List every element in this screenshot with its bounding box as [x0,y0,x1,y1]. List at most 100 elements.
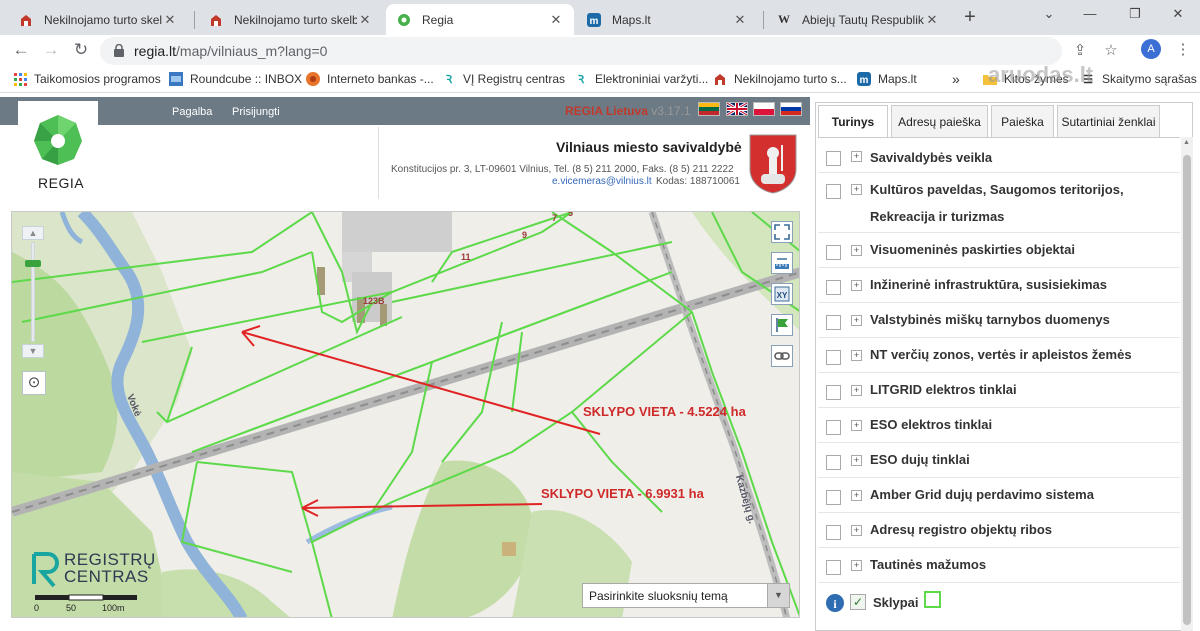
layer-checkbox[interactable] [826,385,841,400]
layer-row[interactable]: + ESO dujų tinklai [818,443,1180,478]
address-bar[interactable]: regia.lt/map/vilniaus_m?lang=0 ⇪ ☆ [100,37,1118,65]
layer-row[interactable]: + ESO elektros tinklai [818,408,1180,443]
bookmark-item[interactable]: Nekilnojamo turto s... [712,70,847,88]
expand-plus-icon[interactable]: + [851,560,862,571]
profile-avatar[interactable]: A [1141,39,1161,59]
browser-menu-icon[interactable]: ⋮ [1173,40,1193,60]
forward-arrow-icon[interactable]: → [40,39,62,61]
bookmark-star-icon[interactable]: ☆ [1101,41,1121,61]
scroll-up-icon[interactable]: ▲ [1183,139,1190,146]
expand-plus-icon[interactable]: + [851,525,862,536]
layer-list-scrollbar[interactable]: ▲ [1181,137,1193,631]
layer-row[interactable]: + Valstybinės miškų tarnybos duomenys [818,303,1180,338]
tab-sutartiniai-zenklai[interactable]: Sutartiniai ženklai [1057,105,1160,137]
zoom-handle[interactable] [25,260,41,267]
layer-checkbox[interactable] [826,315,841,330]
municipality-email-link[interactable]: e.vicemeras@vilnius.lt [552,176,652,187]
expand-plus-icon[interactable]: + [851,151,862,162]
close-tab-icon[interactable]: ✕ [924,12,940,28]
layer-checkbox[interactable] [826,420,841,435]
bookmark-item[interactable]: Ꝛ Elektroniniai varžyti... [573,70,709,88]
zoom-slider[interactable]: ▲ ▼ [22,226,44,360]
expand-plus-icon[interactable]: + [851,184,862,195]
close-window-icon[interactable]: ✕ [1163,6,1193,26]
reload-icon[interactable]: ↻ [70,39,92,61]
restore-window-icon[interactable]: ❐ [1120,6,1150,26]
layer-row[interactable]: + Kultūros paveldas, Saugomos teritorijo… [818,173,1180,233]
expand-plus-icon[interactable]: + [851,490,862,501]
layer-row-sklypai[interactable]: i ✓ Sklypai [818,583,1180,623]
measure-ruler-icon[interactable] [771,252,793,274]
layer-row[interactable]: + Amber Grid dujų perdavimo sistema [818,478,1180,513]
expand-plus-icon[interactable]: + [851,455,862,466]
help-link[interactable]: Pagalba [172,106,212,118]
layer-checkbox[interactable] [826,525,841,540]
close-tab-icon[interactable]: ✕ [732,12,748,28]
expand-plus-icon[interactable]: + [851,385,862,396]
bookmark-item[interactable]: Roundcube :: INBOX [168,70,302,88]
scrollbar-thumb[interactable] [1183,155,1191,625]
layer-checkbox[interactable] [826,455,841,470]
more-bookmarks-chevron[interactable]: » [952,70,960,88]
lang-lt-flag-icon[interactable] [698,102,720,116]
lang-pl-flag-icon[interactable] [753,102,775,116]
tab-search-chevron-icon[interactable]: ⌄ [1034,6,1064,26]
back-arrow-icon[interactable]: ← [10,39,32,61]
layer-checkbox[interactable] [826,280,841,295]
link-chain-icon[interactable] [771,345,793,367]
layer-checkbox[interactable] [826,560,841,575]
layer-checkbox[interactable] [826,245,841,260]
layer-theme-select[interactable]: Pasirinkite sluoksnių temą ▼ [582,583,790,608]
browser-tab[interactable]: Nekilnojamo turto skelbim ✕ [8,4,188,35]
close-tab-icon[interactable]: ✕ [357,12,373,28]
zoom-track[interactable] [31,242,35,342]
zoom-in-chevron-icon[interactable]: ▲ [22,226,44,240]
bookmark-item[interactable]: Taikomosios programos [12,70,161,88]
lang-en-flag-icon[interactable] [726,101,748,117]
minimize-window-icon[interactable]: — [1075,6,1105,26]
layer-row[interactable]: + LITGRID elektros tinklai [818,373,1180,408]
tab-paieska[interactable]: Paieška [991,105,1054,137]
tab-turinys[interactable]: Turinys [818,105,888,137]
layer-row[interactable]: + Adresų registro objektų ribos [818,513,1180,548]
browser-tab[interactable]: Nekilnojamo turto skelbim ✕ [198,4,383,35]
bookmark-item[interactable]: Interneto bankas -... [305,70,434,88]
lang-ru-flag-icon[interactable] [780,102,802,116]
zoom-out-chevron-icon[interactable]: ▼ [22,344,44,358]
dropdown-arrow-icon[interactable]: ▼ [767,584,789,607]
layer-row[interactable]: + NT verčių zonos, vertės ir apleistos ž… [818,338,1180,373]
layer-row[interactable]: + Savivaldybės veikla [818,141,1180,173]
tab-adresu-paieska[interactable]: Adresų paieška [891,105,988,137]
layer-checkbox[interactable] [826,490,841,505]
coordinates-xy-icon[interactable]: XY [771,283,793,305]
fullscreen-icon[interactable] [771,221,793,243]
layer-checkbox-checked[interactable]: ✓ [850,594,866,610]
share-icon[interactable]: ⇪ [1070,41,1090,61]
browser-tab[interactable]: m Maps.lt ✕ [576,4,758,35]
layer-row[interactable]: + Visuomeninės paskirties objektai [818,233,1180,268]
bookmark-item[interactable]: m Maps.lt [856,70,917,88]
expand-plus-icon[interactable]: + [851,315,862,326]
new-tab-plus-icon[interactable]: + [958,6,982,30]
my-location-icon[interactable]: ⊙ [22,371,46,395]
layer-row[interactable]: + Tautinės mažumos [818,548,1180,583]
layer-checkbox[interactable] [826,350,841,365]
expand-plus-icon[interactable]: + [851,420,862,431]
login-link[interactable]: Prisijungti [232,106,280,118]
close-tab-icon[interactable]: ✕ [162,12,178,28]
info-icon[interactable]: i [825,593,845,613]
expand-plus-icon[interactable]: + [851,280,862,291]
expand-plus-icon[interactable]: + [851,350,862,361]
browser-tab-active[interactable]: Regia ✕ [386,4,574,35]
close-tab-icon[interactable]: ✕ [548,12,564,28]
reading-list[interactable]: ☰ Skaitymo sąrašas [1080,70,1197,88]
layer-row[interactable]: + Inžinerinė infrastruktūra, susisiekima… [818,268,1180,303]
layer-label: Sklypai [873,595,919,610]
layer-label: Tautinės mažumos [870,557,987,572]
bookmark-item[interactable]: Ꝛ VĮ Registrų centras [441,70,565,88]
expand-plus-icon[interactable]: + [851,245,862,256]
layer-checkbox[interactable] [826,151,841,166]
layer-checkbox[interactable] [826,184,841,199]
browser-tab[interactable]: W Abiejų Tautų Respublika – ✕ [766,4,950,35]
flag-marker-icon[interactable] [771,314,793,336]
